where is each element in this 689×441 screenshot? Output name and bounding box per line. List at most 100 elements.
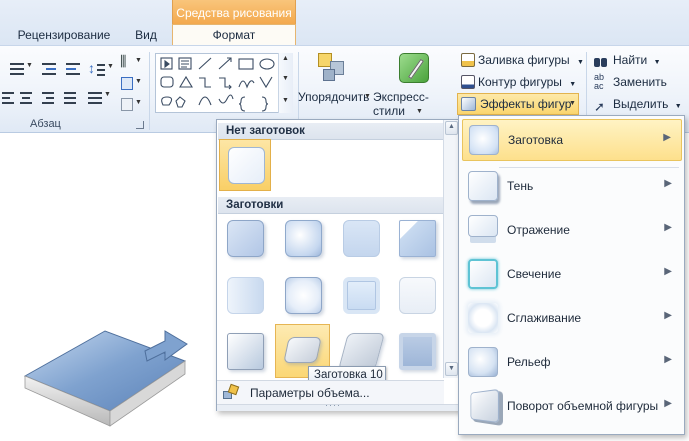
find-button[interactable]: Найти ▼ — [594, 51, 661, 70]
shape-outline-button[interactable]: Контур фигуры ▼ — [461, 73, 576, 92]
shapes-gallery[interactable] — [155, 53, 293, 113]
cursor-arrow-icon: ➚ — [594, 99, 605, 114]
chevron-down-icon: ▼ — [26, 62, 33, 69]
menu-item-glow[interactable]: Свечение ▶ — [462, 254, 682, 296]
menu-item-3d-rotation[interactable]: Поворот объемной фигуры ▶ — [462, 386, 682, 428]
align-text-button[interactable]: ▼ — [118, 95, 142, 115]
preset-panel-scrollbar[interactable]: ▲ ▼ — [443, 120, 459, 378]
chevron-down-icon: ▼ — [104, 91, 111, 98]
menu-item-glow-label: Свечение — [507, 267, 562, 281]
tab-format[interactable]: Формат — [172, 24, 296, 46]
group-label-paragraph: Абзац — [30, 118, 61, 130]
reflection-icon — [468, 215, 498, 237]
bullets-button[interactable]: ▼ — [2, 60, 33, 78]
beveled-shape[interactable] — [15, 316, 215, 436]
align-left-button[interactable] — [0, 90, 18, 106]
chevron-down-icon: ▼ — [364, 93, 371, 100]
select-button[interactable]: ➚ Выделить ▼ — [594, 95, 682, 114]
line-spacing-icon: ↕ — [88, 60, 95, 76]
3d-options-label: Параметры объема... — [250, 386, 370, 400]
menu-item-bevel[interactable]: Рельеф ▶ — [462, 342, 682, 384]
preset-swatch[interactable] — [219, 213, 271, 265]
align-center-button[interactable] — [18, 90, 36, 106]
menu-item-shadow-label: Тень — [507, 179, 534, 193]
columns-button[interactable]: ⫼ ▼ — [118, 53, 142, 73]
arrange-button[interactable]: Упорядочить ▼ — [298, 50, 374, 115]
submenu-arrow-icon: ▶ — [664, 398, 672, 409]
chevron-down-icon: ▼ — [569, 81, 577, 88]
shape-effects-button[interactable]: Эффекты фигур ▼ — [457, 93, 579, 115]
shape-outline-label: Контур фигуры — [478, 75, 562, 89]
replace-label: Заменить — [613, 75, 667, 89]
menu-item-soft-edges-label: Сглаживание — [507, 311, 582, 325]
scroll-down-button[interactable]: ▼ — [445, 362, 458, 376]
menu-item-shadow[interactable]: Тень ▶ — [462, 166, 682, 208]
preset-swatch[interactable] — [391, 213, 443, 265]
preset-none[interactable] — [219, 139, 271, 191]
replace-button[interactable]: ab ac Заменить — [594, 73, 667, 92]
chevron-down-icon: ▼ — [569, 100, 576, 107]
preset-swatch[interactable] — [391, 326, 443, 378]
preset-swatch[interactable] — [391, 270, 443, 322]
chevron-down-icon: ▼ — [135, 78, 142, 85]
shape-fill-button[interactable]: Заливка фигуры ▼ — [461, 51, 584, 70]
shapes-gallery-icons — [160, 57, 275, 112]
preset-icon — [469, 125, 499, 155]
shape-effects-label: Эффекты фигур — [480, 97, 572, 111]
quick-styles-button[interactable]: Экспресс-стили ▼ — [372, 50, 458, 118]
chevron-up-icon: ▲ — [448, 123, 455, 130]
chevron-down-icon: ▼ — [576, 59, 584, 66]
glow-icon — [468, 259, 498, 289]
submenu-arrow-icon: ▶ — [664, 222, 672, 233]
no-preset-header: Нет заготовок — [218, 123, 444, 140]
tab-view[interactable]: Вид — [128, 25, 164, 46]
decrease-indent-button[interactable] — [40, 60, 60, 78]
shape-effects-icon — [461, 97, 476, 111]
line-spacing-button[interactable]: ↕ ▼ — [88, 60, 114, 78]
menu-item-reflection[interactable]: Отражение ▶ — [462, 210, 682, 252]
chevron-down-icon: ▼ — [135, 99, 142, 106]
columns-icon: ⫼ — [120, 53, 127, 69]
scroll-up-button[interactable]: ▲ — [445, 121, 458, 135]
shadow-icon — [468, 171, 498, 201]
dialog-launcher-icon[interactable] — [136, 121, 144, 129]
chevron-up-icon: ▲ — [282, 55, 289, 62]
submenu-arrow-icon: ▶ — [664, 266, 672, 277]
tab-review[interactable]: Рецензирование — [14, 25, 114, 46]
pen-icon — [461, 75, 475, 89]
submenu-arrow-icon: ▶ — [664, 354, 672, 365]
bevel-icon — [468, 347, 498, 377]
shapes-gallery-scrollbar[interactable]: ▲ ▼ ▼ — [278, 53, 293, 113]
resize-grip[interactable]: ···· — [217, 400, 459, 411]
presets-header: Заготовки — [218, 197, 444, 214]
increase-indent-button[interactable] — [64, 60, 84, 78]
menu-item-preset[interactable]: Заготовка ▶ — [462, 119, 682, 161]
chevron-down-icon: ▼ — [135, 57, 142, 64]
binoculars-icon — [594, 54, 610, 68]
preset-swatch[interactable] — [335, 270, 387, 322]
submenu-arrow-icon: ▶ — [664, 310, 672, 321]
3d-options-icon — [223, 383, 240, 400]
preset-swatch[interactable] — [219, 270, 271, 322]
justify-button[interactable] — [62, 90, 80, 106]
find-label: Найти — [613, 53, 648, 67]
shape-fill-label: Заливка фигуры — [478, 53, 570, 67]
preset-swatch[interactable] — [335, 213, 387, 265]
text-direction-button[interactable]: ▼ — [118, 74, 142, 94]
chevron-down-icon: ▼ — [282, 75, 289, 82]
chevron-down-icon: ▼ — [653, 59, 661, 66]
align-right-button[interactable] — [40, 90, 58, 106]
menu-item-soft-edges[interactable]: Сглаживание ▶ — [462, 298, 682, 340]
chevron-down-icon: ▼ — [674, 103, 682, 110]
menu-item-reflection-label: Отражение — [507, 223, 570, 237]
chevron-down-icon: ▼ — [107, 63, 114, 70]
shape-effects-menu: Заготовка ▶ Тень ▶ Отражение ▶ Свечение … — [458, 115, 685, 435]
preset-swatch[interactable] — [219, 326, 271, 378]
distributed-button[interactable]: ▼ — [86, 90, 111, 106]
menu-item-preset-label: Заготовка — [508, 133, 564, 147]
menu-item-3d-rotation-label: Поворот объемной фигуры — [507, 399, 659, 413]
group-separator — [149, 52, 150, 130]
submenu-arrow-icon: ▶ — [664, 178, 672, 189]
preset-swatch[interactable] — [277, 213, 329, 265]
preset-swatch[interactable] — [277, 270, 329, 322]
